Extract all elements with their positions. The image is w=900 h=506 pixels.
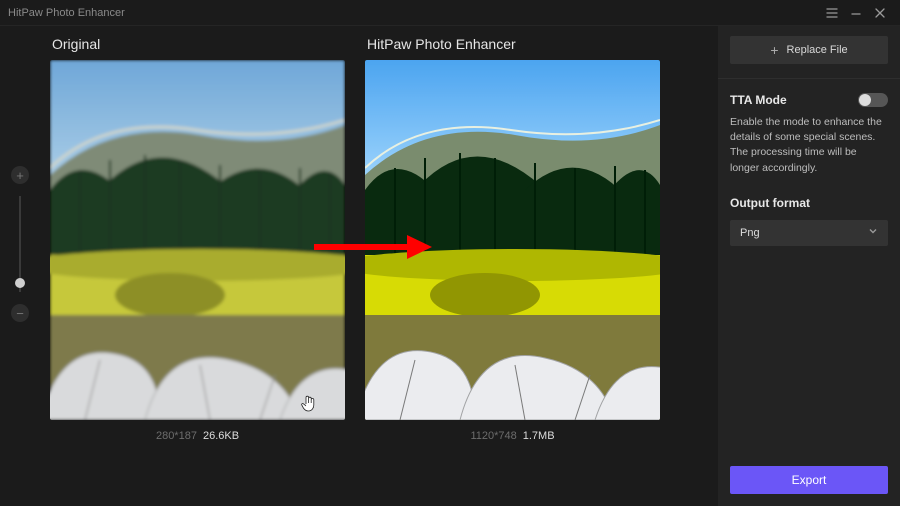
- app-window: HitPaw Photo Enhancer + − Original: [0, 0, 900, 506]
- chevron-down-icon: [868, 226, 878, 239]
- output-format-value: Png: [740, 227, 760, 239]
- menu-icon[interactable]: [820, 0, 844, 26]
- replace-file-label: Replace File: [787, 44, 848, 56]
- zoom-rail: + −: [0, 26, 40, 506]
- zoom-in-button[interactable]: +: [11, 166, 29, 184]
- original-pane: Original: [50, 36, 345, 442]
- original-meta: 280*187 26.6KB: [50, 430, 345, 442]
- enhanced-resolution: 1120*748: [470, 430, 516, 442]
- enhanced-meta: 1120*748 1.7MB: [365, 430, 660, 442]
- output-format-label: Output format: [730, 196, 888, 210]
- close-icon[interactable]: [868, 0, 892, 26]
- divider: [718, 78, 900, 79]
- tta-mode-toggle[interactable]: [858, 93, 888, 107]
- replace-file-button[interactable]: + Replace File: [730, 36, 888, 64]
- original-filesize: 26.6KB: [203, 430, 239, 442]
- zoom-out-button[interactable]: −: [11, 304, 29, 322]
- preview-area: Original: [40, 26, 718, 506]
- enhanced-filesize: 1.7MB: [523, 430, 555, 442]
- original-image[interactable]: [50, 60, 345, 420]
- minimize-icon[interactable]: [844, 0, 868, 26]
- tta-mode-label: TTA Mode: [730, 93, 787, 107]
- sidebar: + Replace File TTA Mode Enable the mode …: [718, 26, 900, 506]
- enhanced-heading: HitPaw Photo Enhancer: [367, 36, 660, 52]
- plus-icon: +: [770, 43, 778, 57]
- window-title: HitPaw Photo Enhancer: [8, 7, 125, 19]
- original-heading: Original: [52, 36, 345, 52]
- original-resolution: 280*187: [156, 430, 197, 442]
- export-label: Export: [792, 473, 827, 487]
- output-format-dropdown[interactable]: Png: [730, 220, 888, 246]
- toggle-knob: [859, 94, 871, 106]
- tta-mode-description: Enable the mode to enhance the details o…: [730, 115, 888, 176]
- titlebar: HitPaw Photo Enhancer: [0, 0, 900, 26]
- export-button[interactable]: Export: [730, 466, 888, 494]
- enhanced-image[interactable]: [365, 60, 660, 420]
- zoom-thumb[interactable]: [15, 278, 25, 288]
- enhanced-pane: HitPaw Photo Enhancer: [365, 36, 660, 442]
- zoom-slider[interactable]: [19, 196, 21, 292]
